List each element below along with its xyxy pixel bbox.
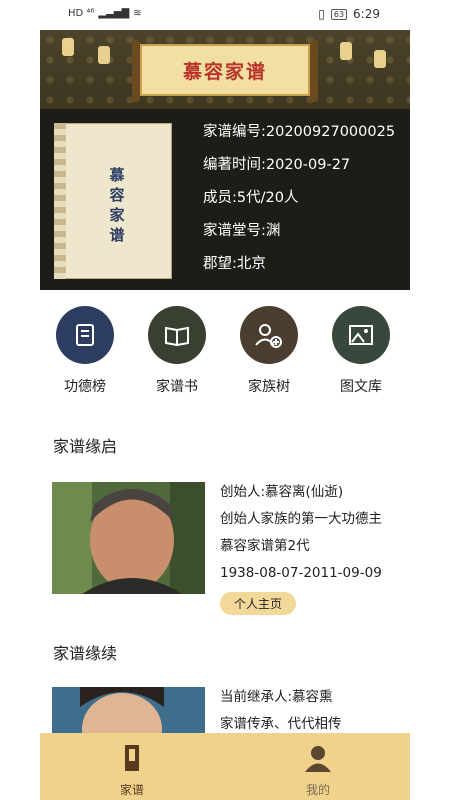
- founder-card: 创始人:慕容离(仙逝) 创始人家族的第一大功德主 慕容家谱第2代 1938-08…: [40, 482, 410, 615]
- title-scroll: 慕容家谱: [132, 40, 318, 102]
- status-bar: HD ⁴⁶ ▂▃▅▇ ≋ ▯ 63 6:29: [0, 0, 450, 30]
- signal-indicators: HD ⁴⁶ ▂▃▅▇ ≋: [68, 8, 142, 19]
- tab-genealogy-label: 家谱: [119, 783, 144, 797]
- personal-homepage-button[interactable]: 个人主页: [220, 592, 297, 615]
- founder-dates: 1938-08-07-2011-09-09: [220, 565, 382, 581]
- lantern-icon: [374, 50, 386, 68]
- genealogy-book-button[interactable]: 家谱书: [137, 306, 217, 396]
- book-title-char: 慕: [109, 166, 125, 184]
- heir-card: 当前继承人:慕容熏 家谱传承、代代相传: [40, 687, 410, 733]
- vibrate-icon: ▯: [318, 7, 325, 21]
- member-count: 成员:5代/20人: [203, 190, 299, 206]
- tab-profile[interactable]: 我的: [278, 743, 358, 798]
- status-right: ▯ 63 6:29: [318, 7, 380, 21]
- signal-icon: ▂▃▅▇: [98, 8, 130, 19]
- family-tree-button[interactable]: 家族树: [229, 306, 309, 396]
- merit-list-icon: [56, 306, 114, 364]
- book-spine: [54, 123, 66, 279]
- book-icon: [148, 306, 206, 364]
- family-tree-label: 家族树: [248, 379, 290, 395]
- genealogy-title: 慕容家谱: [182, 60, 267, 83]
- tab-profile-label: 我的: [305, 783, 330, 797]
- wifi-icon: ≋: [133, 8, 142, 19]
- heir-name: 当前继承人:慕容熏: [220, 689, 333, 705]
- genealogy-book-label: 家谱书: [156, 379, 198, 395]
- gallery-button[interactable]: 图文库: [321, 306, 401, 396]
- merit-list-label: 功德榜: [64, 379, 106, 395]
- network-indicator: HD ⁴⁶: [68, 8, 95, 19]
- gallery-icon: [332, 306, 390, 364]
- tab-genealogy[interactable]: 家谱: [92, 743, 172, 798]
- book-title-char: 谱: [109, 226, 125, 244]
- founder-photo[interactable]: [52, 482, 205, 594]
- genealogy-book-cover[interactable]: 慕 容 家 谱: [54, 123, 172, 279]
- prefecture: 郡望:北京: [203, 256, 266, 272]
- book-title-char: 容: [109, 186, 125, 204]
- founder-details: 创始人:慕容离(仙逝) 创始人家族的第一大功德主 慕容家谱第2代 1938-08…: [220, 482, 382, 615]
- book-cover-title: 慕 容 家 谱: [108, 165, 126, 245]
- hall-name: 家谱堂号:渊: [203, 223, 281, 239]
- genealogy-tab-icon: [125, 745, 139, 771]
- heir-photo[interactable]: [52, 687, 205, 733]
- genealogy-info-panel: 慕 容 家 谱 家谱编号:20200927000025 编著时间:2020-09…: [40, 109, 410, 290]
- lantern-icon: [340, 42, 352, 60]
- battery-icon: 63: [330, 8, 348, 20]
- compiled-date: 编著时间:2020-09-27: [203, 157, 351, 173]
- family-tree-icon: [240, 306, 298, 364]
- title-banner: 慕容家谱: [40, 30, 410, 109]
- gallery-label: 图文库: [340, 379, 382, 395]
- book-title-char: 家: [109, 206, 125, 224]
- bottom-tab-bar: 家谱 我的: [40, 733, 410, 800]
- clock: 6:29: [353, 7, 380, 21]
- feature-shortcuts: 功德榜 家谱书 家族树 图文库: [40, 300, 410, 400]
- lantern-icon: [62, 38, 74, 56]
- genealogy-details: 家谱编号:20200927000025 编著时间:2020-09-27 成员:5…: [203, 121, 395, 286]
- lantern-icon: [98, 46, 110, 64]
- genealogy-number: 家谱编号:20200927000025: [203, 124, 396, 140]
- founder-role: 创始人家族的第一大功德主: [220, 511, 382, 527]
- founder-name: 创始人:慕容离(仙逝): [220, 484, 344, 500]
- merit-list-button[interactable]: 功德榜: [45, 306, 125, 396]
- section-title-origin: 家谱缘启: [53, 437, 118, 456]
- founder-generation: 慕容家谱第2代: [220, 538, 310, 554]
- section-title-continue: 家谱缘续: [53, 644, 118, 663]
- profile-tab-icon: [305, 746, 331, 772]
